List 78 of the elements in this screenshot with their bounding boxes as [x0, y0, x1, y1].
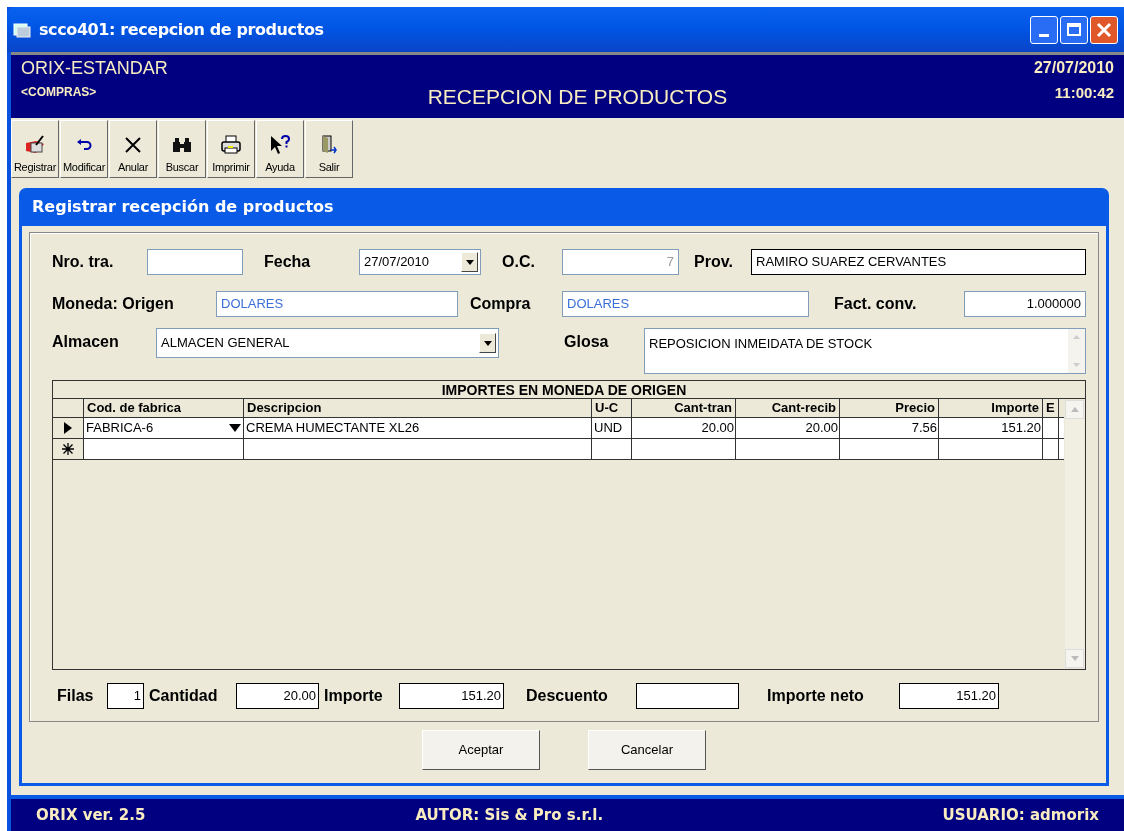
current-row-icon	[64, 422, 72, 434]
time-text: 11:00:42	[1054, 83, 1114, 103]
field-label: O.C.	[502, 252, 536, 272]
input-field[interactable]: 151.20	[399, 683, 504, 709]
column-header[interactable]: Importe	[939, 399, 1043, 417]
dialog-button[interactable]: Cancelar	[588, 730, 706, 770]
grid-caption: IMPORTES EN MONEDA DE ORIGEN	[53, 381, 1085, 399]
input-field[interactable]: DOLARES	[562, 291, 809, 317]
module-name: <COMPRAS>	[21, 84, 98, 101]
toolbar-button[interactable]: Modificar	[60, 120, 108, 178]
author-text: AUTOR: Sis & Pro s.r.l.	[415, 804, 604, 826]
date-picker[interactable]: 27/07/2010	[359, 249, 481, 275]
table-cell-text: CREMA HUMECTANTE XL26	[246, 419, 420, 437]
row-indicator[interactable]	[53, 439, 84, 459]
toolbar-button[interactable]: Registrar	[11, 120, 59, 178]
minimize-button[interactable]	[1030, 15, 1058, 44]
dialog-title: Registrar recepción de productos	[32, 196, 334, 218]
date-text: 27/07/2010	[1033, 58, 1114, 78]
field-label: Almacen	[52, 332, 120, 352]
dropdown-cell[interactable]: FABRICA-6	[86, 418, 229, 438]
field-label: Fact. conv.	[834, 294, 918, 314]
field-label: Descuento	[525, 686, 609, 706]
column-header[interactable]: U-C	[592, 399, 632, 417]
input-field[interactable]: 1.000000	[964, 291, 1086, 317]
row-indicator[interactable]	[53, 418, 84, 438]
app-name: ORIX-ESTANDAR	[21, 57, 168, 79]
column-header[interactable]: Descripcion	[244, 399, 592, 417]
column-header[interactable]: Precio	[840, 399, 939, 417]
binoculars-icon	[172, 137, 192, 153]
door-exit-icon	[320, 135, 338, 155]
input-field[interactable]: RAMIRO SUAREZ CERVANTES	[751, 249, 1086, 275]
input-field[interactable]: 1	[107, 683, 144, 709]
toolbar-button[interactable]: Anular	[109, 120, 157, 178]
input-field[interactable]	[147, 249, 243, 275]
input-field[interactable]	[636, 683, 739, 709]
table-cell-text: UND	[594, 419, 623, 437]
undo-icon	[76, 138, 92, 152]
maximize-button[interactable]	[1060, 15, 1088, 44]
table-cell-text: 7.56	[911, 419, 937, 437]
field-label: Nro. tra.	[52, 252, 115, 272]
input-field[interactable]: DOLARES	[216, 291, 458, 317]
column-header[interactable]: Cant-tran	[632, 399, 736, 417]
user-text: USUARIO: admorix	[942, 804, 1099, 826]
window-title: scco401: recepcion de productos	[39, 18, 324, 41]
column-header[interactable]: Cod. de fabrica	[84, 399, 244, 417]
input-field[interactable]: 20.00	[236, 683, 319, 709]
field-label: Prov.	[694, 252, 734, 272]
field-label: Filas	[56, 686, 95, 706]
toolbar-button[interactable]: Buscar	[158, 120, 206, 178]
toolbar-button[interactable]: Ayuda	[256, 120, 304, 178]
dropdown-field[interactable]: ALMACEN GENERAL	[156, 328, 499, 358]
folder-pen-icon	[24, 135, 46, 155]
version-text: ORIX ver. 2.5	[36, 804, 146, 826]
toolbar-button[interactable]: Imprimir	[207, 120, 255, 178]
field-label: Compra	[470, 294, 532, 314]
field-label: Moneda: Origen	[52, 294, 175, 314]
field-label: Importe neto	[766, 686, 865, 706]
table-cell-text: 20.00	[701, 419, 734, 437]
column-header[interactable]: Cant-recib	[736, 399, 840, 417]
dialog-button[interactable]: Aceptar	[422, 730, 540, 770]
printer-icon	[220, 135, 242, 155]
new-row-icon	[62, 443, 74, 455]
table-cell-text: 20.00	[805, 419, 838, 437]
pointer-help-icon	[269, 135, 291, 155]
table-cell-text: 151.20	[1001, 419, 1041, 437]
input-field[interactable]: 151.20	[899, 683, 999, 709]
dropdown-arrow-icon[interactable]	[229, 424, 241, 432]
window-icon	[13, 21, 31, 38]
field-label: Cantidad	[148, 686, 219, 706]
toolbar-button[interactable]: Salir	[305, 120, 353, 178]
field-label: Fecha	[264, 252, 312, 272]
close-button[interactable]	[1090, 15, 1118, 44]
screen-title: RECEPCION DE PRODUCTOS	[427, 83, 728, 110]
field-label: Glosa	[564, 332, 610, 352]
close-icon	[1096, 21, 1112, 38]
column-header[interactable]: E	[1043, 399, 1059, 417]
cross-icon	[125, 137, 141, 153]
field-label: Importe	[323, 686, 384, 706]
